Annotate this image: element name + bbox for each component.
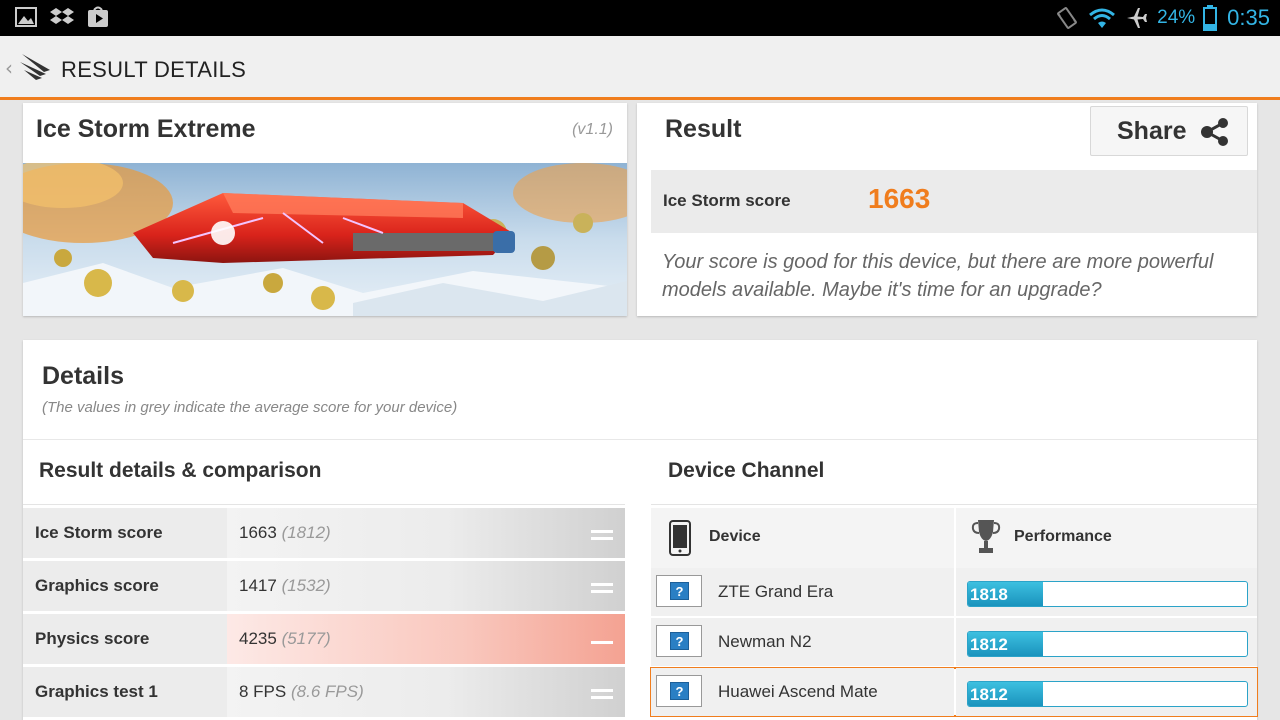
benchmark-version: (v1.1)	[572, 121, 613, 138]
question-icon: ?	[670, 632, 689, 650]
device-row[interactable]: ? Newman N2 1812	[651, 618, 1257, 666]
equal-icon	[591, 530, 613, 540]
row-average: (1532)	[281, 576, 331, 595]
result-card: Result Share Ice Storm score 1663 Your s…	[637, 103, 1257, 316]
equal-icon	[591, 689, 613, 699]
performance-score: 1818	[970, 585, 1008, 604]
score-row: Ice Storm score 1663	[651, 170, 1257, 233]
question-icon: ?	[670, 682, 689, 700]
channel-title: Device Channel	[668, 459, 825, 482]
device-row[interactable]: ? ZTE Grand Era 1818	[651, 568, 1257, 616]
device-row-selected[interactable]: ? Huawei Ascend Mate 1812	[650, 667, 1258, 717]
action-bar: ‹ RESULT DETAILS	[0, 36, 1280, 100]
gallery-icon	[15, 7, 37, 27]
minus-icon	[591, 641, 613, 644]
benchmark-card: Ice Storm Extreme (v1.1)	[23, 103, 627, 316]
result-details-list: Ice Storm score 1663 (1812) Graphics sco…	[23, 508, 625, 720]
row-label: Graphics score	[35, 576, 159, 595]
device-image-placeholder: ?	[656, 675, 702, 707]
performance-bar: 1812	[967, 631, 1248, 657]
benchmark-hero-image	[23, 163, 627, 316]
equal-icon	[591, 583, 613, 593]
result-title: Result	[665, 115, 742, 143]
device-name: ZTE Grand Era	[718, 582, 834, 601]
divider	[651, 504, 1257, 505]
comparison-title: Result details & comparison	[39, 459, 322, 482]
device-image-placeholder: ?	[656, 575, 702, 607]
back-chevron-icon[interactable]: ‹	[5, 56, 13, 80]
result-row-ice-storm-score[interactable]: Ice Storm score 1663 (1812)	[23, 508, 625, 558]
row-value: 1663	[239, 523, 277, 542]
details-card: Details (The values in grey indicate the…	[23, 340, 1258, 720]
details-title: Details	[42, 362, 124, 390]
score-value: 1663	[868, 183, 931, 214]
result-row-graphics-score[interactable]: Graphics score 1417 (1532)	[23, 561, 625, 611]
clock: 0:35	[1227, 5, 1270, 30]
device-column-header: Device	[709, 528, 761, 545]
score-message: Your score is good for this device, but …	[662, 251, 1214, 301]
performance-column-header: Performance	[1014, 528, 1112, 545]
play-store-icon	[88, 6, 108, 27]
row-label: Graphics test 1	[35, 682, 158, 701]
device-name: Huawei Ascend Mate	[718, 682, 878, 701]
performance-bar: 1818	[967, 581, 1248, 607]
table-header: Device Performance	[651, 508, 1257, 568]
airplane-icon	[1127, 8, 1148, 28]
3dmark-logo-icon[interactable]	[18, 50, 54, 84]
phone-icon	[669, 520, 691, 556]
share-label: Share	[1117, 117, 1187, 145]
row-average: (5177)	[281, 629, 331, 648]
status-bar: 24% 0:35	[0, 0, 1280, 36]
question-icon: ?	[670, 582, 689, 600]
device-name: Newman N2	[718, 632, 812, 651]
performance-bar: 1812	[967, 681, 1248, 707]
score-label: Ice Storm score	[663, 191, 791, 210]
dropbox-icon	[50, 8, 74, 24]
row-label: Ice Storm score	[35, 523, 163, 542]
divider	[23, 439, 1257, 440]
battery-percent: 24%	[1157, 7, 1196, 28]
device-image-placeholder: ?	[656, 625, 702, 657]
trophy-icon	[971, 520, 1001, 553]
vibrate-icon	[1057, 7, 1078, 29]
row-label: Physics score	[35, 629, 150, 648]
row-average: (8.6 FPS)	[290, 682, 364, 701]
result-row-graphics-test-1[interactable]: Graphics test 1 8 FPS (8.6 FPS)	[23, 667, 625, 717]
row-average: (1812)	[281, 523, 331, 542]
share-button[interactable]: Share	[1090, 106, 1248, 156]
divider	[23, 504, 625, 505]
row-value: 1417	[239, 576, 277, 595]
result-row-physics-score[interactable]: Physics score 4235 (5177)	[23, 614, 625, 664]
share-icon	[1201, 118, 1228, 146]
device-channel-table: Device Performance ? ZTE Grand Era 1818 …	[650, 508, 1258, 718]
row-value: 8 FPS	[239, 682, 287, 701]
row-value: 4235	[239, 629, 277, 648]
performance-score: 1812	[970, 685, 1008, 704]
details-note: (The values in grey indicate the average…	[42, 399, 458, 416]
page-title: RESULT DETAILS	[61, 57, 247, 82]
battery-icon	[1203, 5, 1218, 31]
wifi-icon	[1089, 8, 1116, 28]
performance-score: 1812	[970, 635, 1008, 654]
benchmark-name: Ice Storm Extreme	[36, 115, 256, 143]
